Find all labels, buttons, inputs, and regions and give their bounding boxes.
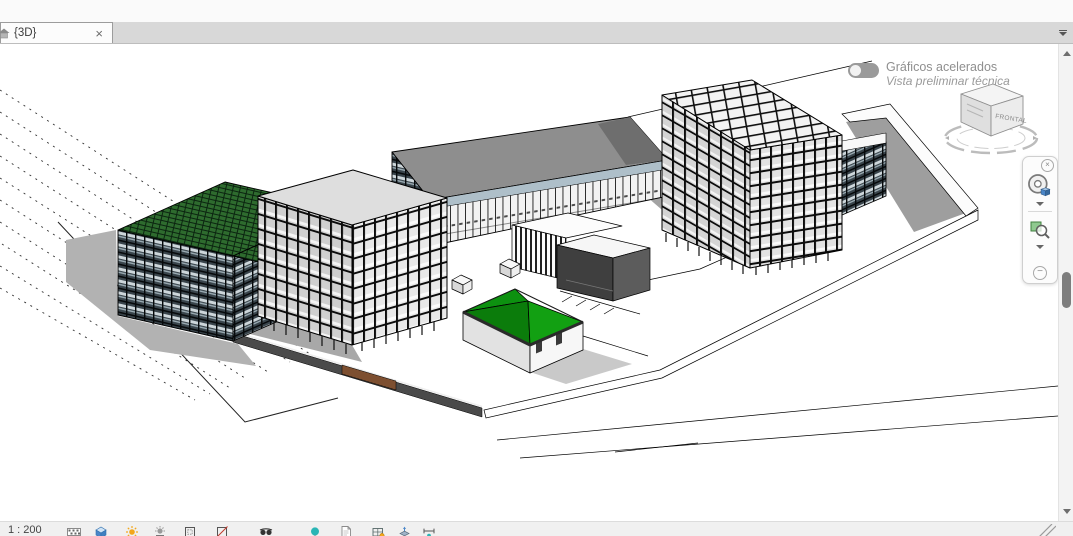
zoom-options-dropdown-icon[interactable]	[1036, 245, 1044, 249]
vertical-scrollbar[interactable]	[1058, 44, 1073, 521]
navigation-bar-divider	[1028, 211, 1052, 212]
viewcube-cube	[961, 84, 1023, 136]
scrollbar-thumb[interactable]	[1062, 272, 1071, 308]
steering-wheel-icon	[1027, 173, 1053, 199]
sun-path-icon[interactable]	[125, 525, 139, 536]
detail-level-icon[interactable]	[67, 525, 81, 536]
reveal-constraints-icon[interactable]	[422, 525, 436, 536]
model-3d-view	[0, 44, 1058, 521]
view-tab-3d[interactable]: {3D} ×	[0, 22, 113, 43]
courtyard-walls	[512, 213, 650, 301]
view-control-bar: 1 : 200	[0, 521, 1073, 536]
tab-list-dropdown-icon[interactable]	[1055, 25, 1071, 41]
drawing-canvas[interactable]: Gráficos acelerados Vista preliminar téc…	[0, 44, 1058, 521]
resize-grip[interactable]	[1036, 524, 1056, 536]
zoom-region-icon	[1028, 217, 1052, 241]
scroll-down-button[interactable]	[1059, 504, 1073, 519]
view-3d-icon	[0, 27, 10, 39]
full-navigation-wheel-button[interactable]	[1026, 172, 1054, 200]
toggle-knob	[850, 65, 861, 76]
temporary-view-properties-icon[interactable]	[339, 525, 353, 536]
show-analytical-model-icon[interactable]	[371, 525, 385, 536]
reveal-hidden-elements-icon[interactable]	[308, 525, 322, 536]
building-right-glass-strip	[842, 142, 886, 215]
tower-frame-right	[662, 80, 842, 275]
navigation-bar-close-icon[interactable]: ×	[1041, 159, 1054, 172]
zoom-region-button[interactable]	[1026, 215, 1054, 243]
scale-control[interactable]: 1 : 200	[8, 524, 54, 536]
navigation-bar-collapse-icon[interactable]: −	[1033, 266, 1047, 280]
highlight-displacement-sets-icon[interactable]	[398, 525, 412, 536]
visual-style-icon[interactable]	[94, 525, 108, 536]
utility-boxes	[452, 259, 520, 294]
view-tab-bar: {3D} ×	[0, 22, 1073, 44]
navigation-bar: × −	[1022, 156, 1058, 284]
shadows-icon[interactable]	[153, 525, 167, 536]
crop-view-icon[interactable]	[215, 525, 229, 536]
accelerated-graphics-toggle[interactable]	[848, 63, 879, 78]
temporary-hide-isolate-icon[interactable]	[259, 525, 273, 536]
tower-frame-center	[258, 170, 447, 354]
show-crop-region-icon[interactable]	[183, 525, 197, 536]
tab-label: {3D}	[14, 27, 92, 39]
scroll-up-button[interactable]	[1059, 46, 1073, 61]
wheel-options-dropdown-icon[interactable]	[1036, 202, 1044, 206]
tab-close-icon[interactable]: ×	[92, 27, 106, 40]
window-top-strip	[0, 0, 1073, 22]
